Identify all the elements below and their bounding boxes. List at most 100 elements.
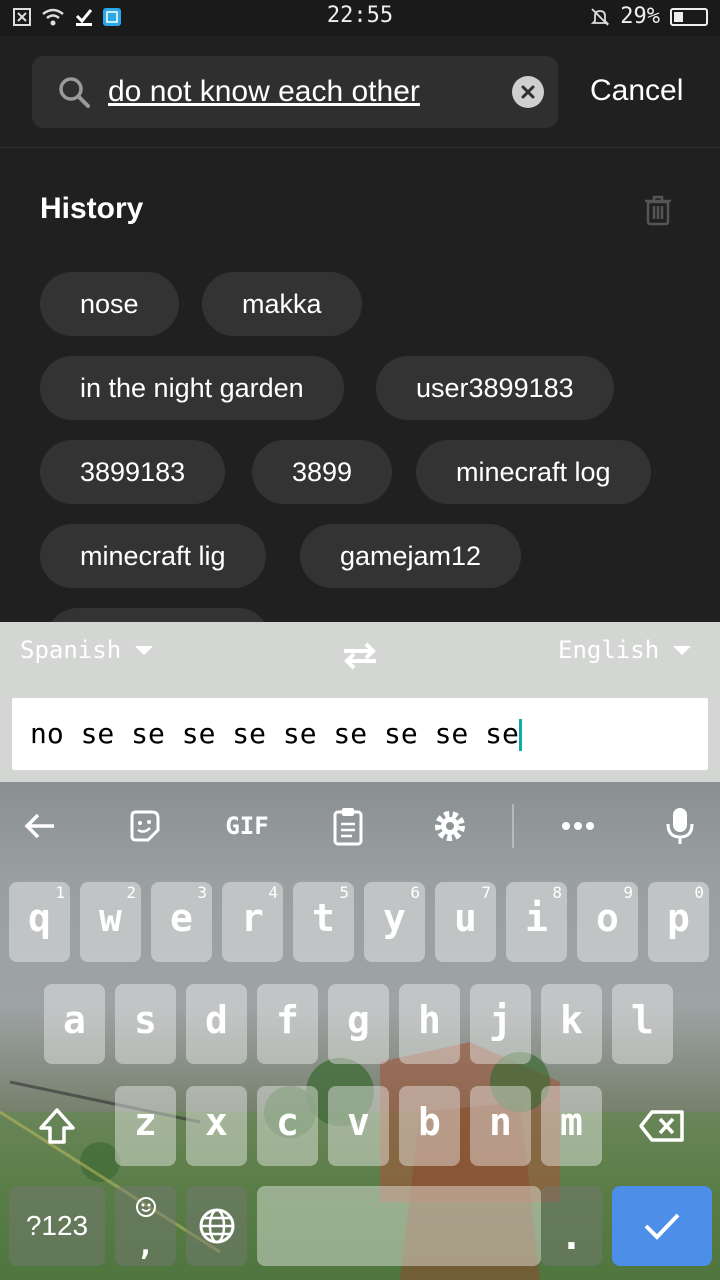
- battery-percent: 29%: [620, 4, 660, 29]
- swap-languages-icon[interactable]: [340, 640, 380, 672]
- key-label: q: [28, 896, 51, 940]
- history-chip[interactable]: 3899: [252, 440, 393, 504]
- key-g[interactable]: g: [328, 984, 389, 1064]
- history-chip[interactable]: minecraft lig: [40, 524, 266, 588]
- translate-bar: Spanish English no se se se se se se se …: [0, 622, 720, 782]
- target-language-label: English: [558, 636, 660, 664]
- key-y[interactable]: y6: [364, 882, 425, 962]
- key-h[interactable]: h: [399, 984, 460, 1064]
- chevron-down-icon: [673, 645, 692, 655]
- search-input[interactable]: do not know each other: [108, 70, 488, 114]
- search-box[interactable]: do not know each other: [32, 56, 558, 128]
- language-key[interactable]: [186, 1186, 247, 1266]
- clear-search-button[interactable]: [512, 76, 544, 108]
- target-language-select[interactable]: English: [558, 636, 692, 664]
- key-x[interactable]: x: [186, 1086, 247, 1166]
- key-hint: 8: [552, 883, 562, 902]
- history-chip[interactable]: in the night garden: [40, 356, 344, 420]
- key-l[interactable]: l: [612, 984, 673, 1064]
- key-label: o: [596, 896, 619, 940]
- key-label: i: [525, 896, 548, 940]
- key-d[interactable]: d: [186, 984, 247, 1064]
- more-icon[interactable]: [556, 804, 600, 848]
- key-label: y: [383, 896, 406, 940]
- key-b[interactable]: b: [399, 1086, 460, 1166]
- key-z[interactable]: z: [115, 1086, 176, 1166]
- key-hint: 4: [268, 883, 278, 902]
- key-label: u: [454, 896, 477, 940]
- key-j[interactable]: j: [470, 984, 531, 1064]
- key-t[interactable]: t5: [293, 882, 354, 962]
- key-hint: 3: [197, 883, 207, 902]
- key-s[interactable]: s: [115, 984, 176, 1064]
- space-key[interactable]: [257, 1186, 541, 1266]
- source-language-label: Spanish: [20, 636, 122, 664]
- text-cursor: [518, 719, 522, 751]
- key-q[interactable]: q1: [9, 882, 70, 962]
- symbols-key[interactable]: ?123: [9, 1186, 105, 1266]
- key-c[interactable]: c: [257, 1086, 318, 1166]
- status-bar: 22:55 29%: [0, 0, 720, 36]
- key-o[interactable]: o9: [577, 882, 638, 962]
- search-header: do not know each other Cancel: [0, 36, 720, 148]
- history-chip[interactable]: gamejam12: [300, 524, 522, 588]
- shift-icon: [39, 1108, 75, 1144]
- back-arrow-icon[interactable]: [18, 804, 62, 848]
- key-hint: 2: [126, 883, 136, 902]
- gif-button[interactable]: GIF: [222, 804, 272, 848]
- translate-input[interactable]: no se se se se se se se se se: [12, 698, 708, 770]
- key-label: r: [241, 896, 264, 940]
- key-hint: 5: [339, 883, 349, 902]
- cancel-button[interactable]: Cancel: [590, 74, 683, 108]
- key-n[interactable]: n: [470, 1086, 531, 1166]
- history-chip[interactable]: makka: [202, 272, 362, 336]
- checkmark-icon: [644, 1213, 680, 1240]
- key-label: w: [99, 896, 122, 940]
- search-icon: [59, 77, 90, 108]
- key-k[interactable]: k: [541, 984, 602, 1064]
- chevron-down-icon: [135, 645, 154, 655]
- enter-key[interactable]: [612, 1186, 712, 1266]
- translate-text: no se se se se se se se se se: [30, 717, 519, 750]
- key-f[interactable]: f: [257, 984, 318, 1064]
- gear-icon[interactable]: [428, 804, 472, 848]
- clipboard-icon[interactable]: [326, 804, 370, 848]
- shift-key[interactable]: [9, 1086, 105, 1166]
- keyboard-toolbar: GIF: [0, 782, 720, 870]
- history-title: History: [40, 192, 144, 225]
- key-label: p: [667, 896, 690, 940]
- backspace-icon: [639, 1110, 684, 1142]
- key-label: e: [170, 896, 193, 940]
- key-hint: 1: [55, 883, 65, 902]
- trash-icon[interactable]: [640, 192, 676, 228]
- key-i[interactable]: i8: [506, 882, 567, 962]
- key-p[interactable]: p0: [648, 882, 709, 962]
- key-v[interactable]: v: [328, 1086, 389, 1166]
- key-r[interactable]: r4: [222, 882, 283, 962]
- history-chip[interactable]: minecraft log: [416, 440, 651, 504]
- history-chip[interactable]: 3899183: [40, 440, 226, 504]
- history-chip[interactable]: user3899183: [376, 356, 614, 420]
- close-icon: [521, 85, 535, 99]
- toolbar-divider: [512, 804, 514, 848]
- history-chip[interactable]: nose: [40, 272, 179, 336]
- sticker-icon[interactable]: [122, 804, 166, 848]
- key-hint: 7: [481, 883, 491, 902]
- microphone-icon[interactable]: [658, 804, 702, 848]
- key-e[interactable]: e3: [151, 882, 212, 962]
- bell-muted-icon: [591, 7, 610, 26]
- key-label: t: [312, 896, 335, 940]
- emoji-comma-key[interactable]: ,: [115, 1186, 176, 1266]
- backspace-key[interactable]: [612, 1086, 712, 1166]
- battery-icon: [670, 7, 708, 26]
- globe-icon: [199, 1208, 234, 1244]
- key-a[interactable]: a: [44, 984, 105, 1064]
- keyboard: GIF q1 w2 e3 r4 t5 y6 u7 i8 o9 p0 a s d …: [0, 782, 720, 1280]
- key-u[interactable]: u7: [435, 882, 496, 962]
- key-m[interactable]: m: [541, 1086, 602, 1166]
- period-key[interactable]: .: [541, 1186, 602, 1266]
- key-w[interactable]: w2: [80, 882, 141, 962]
- source-language-select[interactable]: Spanish: [20, 636, 154, 664]
- key-hint: 6: [410, 883, 420, 902]
- comma-label: ,: [136, 1228, 155, 1263]
